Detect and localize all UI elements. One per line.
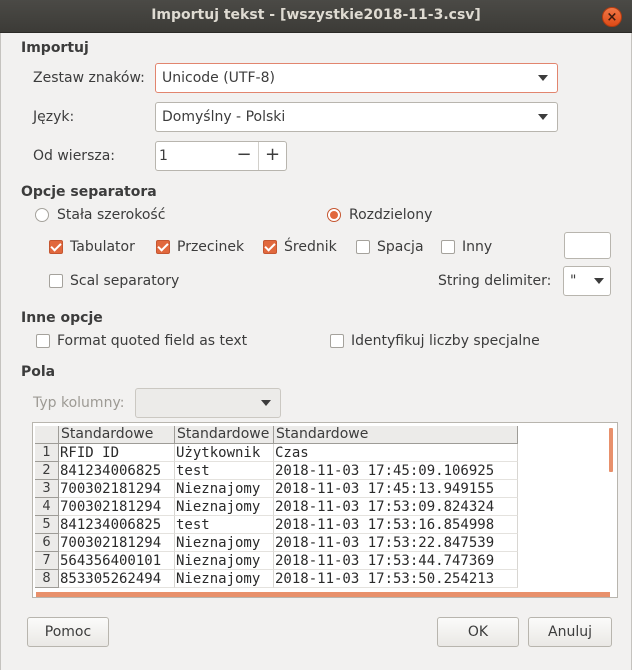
tab-label: Tabulator (70, 239, 135, 255)
from-row-value[interactable]: 1 (159, 142, 168, 170)
table-cell: test (175, 516, 274, 534)
language-value: Domyślny - Polski (162, 109, 286, 125)
separated-radio[interactable] (327, 208, 341, 222)
chevron-down-icon (538, 114, 548, 120)
row-number: 7 (35, 552, 59, 570)
table-cell: 853305262494 (59, 570, 175, 588)
window-title: Importuj tekst - [wszystkie2018-11-3.csv… (151, 7, 481, 23)
help-button[interactable]: Pomoc (27, 617, 109, 647)
table-cell: test (175, 462, 274, 480)
close-icon: × (606, 9, 618, 25)
separated-label: Rozdzielony (349, 207, 433, 223)
string-delimiter-label: String delimiter: (438, 273, 552, 289)
table-cell: 700302181294 (59, 534, 175, 552)
other-label: Inny (462, 239, 493, 255)
table-cell: 2018-11-03 17:53:09.824324 (274, 498, 518, 516)
comma-label: Przecinek (177, 239, 245, 255)
title-bar: Importuj tekst - [wszystkie2018-11-3.csv… (0, 0, 632, 33)
charset-value: Unicode (UTF-8) (162, 70, 275, 86)
table-cell: 564356400101 (59, 552, 175, 570)
merge-separators-checkbox[interactable] (49, 274, 63, 288)
cancel-button[interactable]: Anuluj (528, 617, 612, 647)
language-label: Język: (33, 109, 75, 125)
column-type-select[interactable] (135, 388, 281, 418)
space-label: Spacja (377, 239, 424, 255)
row-number: 6 (35, 534, 59, 552)
special-numbers-label: Identyfikuj liczby specjalne (351, 333, 540, 349)
table-cell: Nieznajomy (175, 534, 274, 552)
table-cell: Czas (274, 444, 518, 462)
chevron-down-icon (538, 75, 548, 81)
special-numbers-checkbox[interactable] (330, 334, 344, 348)
semicolon-label: Średnik (284, 239, 337, 255)
row-number: 5 (35, 516, 59, 534)
table-cell: Nieznajomy (175, 498, 274, 516)
charset-select[interactable]: Unicode (UTF-8) (155, 63, 558, 93)
table-cell: Nieznajomy (175, 480, 274, 498)
row-number: 4 (35, 498, 59, 516)
quoted-as-text-label: Format quoted field as text (57, 333, 248, 349)
row-number: 3 (35, 480, 59, 498)
table-cell: 2018-11-03 17:53:44.747369 (274, 552, 518, 570)
table-cell: 2018-11-03 17:45:13.949155 (274, 480, 518, 498)
table-cell: Nieznajomy (175, 552, 274, 570)
table-cell: 841234006825 (59, 516, 175, 534)
table-cell: Użytkownik (175, 444, 274, 462)
vertical-scrollbar[interactable] (609, 428, 613, 472)
semicolon-checkbox[interactable] (263, 240, 277, 254)
quoted-as-text-checkbox[interactable] (36, 334, 50, 348)
table-cell: 2018-11-03 17:53:22.847539 (274, 534, 518, 552)
tab-checkbox[interactable] (49, 240, 63, 254)
table-cell: 841234006825 (59, 462, 175, 480)
fixed-width-radio[interactable] (35, 208, 49, 222)
decrement-button[interactable]: − (230, 142, 258, 170)
table-cell: RFID ID (59, 444, 175, 462)
other-separator-input[interactable] (564, 232, 611, 259)
import-text-dialog: Importuj Zestaw znaków: Unicode (UTF-8) … (0, 33, 632, 670)
string-delimiter-select[interactable]: " (563, 266, 611, 296)
table-cell: 2018-11-03 17:53:16.854998 (274, 516, 518, 534)
other-options-section-title: Inne opcje (21, 310, 103, 326)
language-select[interactable]: Domyślny - Polski (155, 102, 558, 132)
charset-label: Zestaw znaków: (33, 70, 145, 86)
column-header-2[interactable]: Standardowe (175, 426, 274, 444)
fields-preview-grid[interactable]: Standardowe Standardowe Standardowe 1 RF… (32, 422, 618, 598)
fixed-width-label: Stała szerokość (57, 207, 166, 223)
row-number: 1 (35, 444, 59, 462)
table-cell: 700302181294 (59, 498, 175, 516)
chevron-down-icon (261, 400, 271, 406)
column-type-label: Typ kolumny: (33, 395, 125, 411)
increment-button[interactable]: + (258, 142, 286, 170)
row-number: 2 (35, 462, 59, 480)
column-header-1[interactable]: Standardowe (59, 426, 175, 444)
from-row-label: Od wiersza: (33, 148, 116, 164)
other-checkbox[interactable] (441, 240, 455, 254)
table-cell: 2018-11-03 17:53:50.254213 (274, 570, 518, 588)
table-cell: 2018-11-03 17:45:09.106925 (274, 462, 518, 480)
chevron-down-icon (594, 278, 604, 284)
fields-section-title: Pola (21, 364, 56, 380)
table-cell: Nieznajomy (175, 570, 274, 588)
table-cell: 700302181294 (59, 480, 175, 498)
import-section-title: Importuj (21, 40, 89, 56)
from-row-stepper[interactable]: 1 − + (155, 141, 287, 171)
space-checkbox[interactable] (356, 240, 370, 254)
separator-section-title: Opcje separatora (21, 184, 157, 200)
horizontal-scrollbar[interactable] (36, 592, 610, 597)
comma-checkbox[interactable] (156, 240, 170, 254)
corner-header (35, 426, 59, 444)
merge-separators-label: Scal separatory (70, 273, 180, 289)
column-header-3[interactable]: Standardowe (274, 426, 518, 444)
row-number: 8 (35, 570, 59, 588)
string-delimiter-value: " (570, 273, 577, 289)
ok-button[interactable]: OK (437, 617, 519, 647)
close-button[interactable]: × (602, 7, 622, 27)
